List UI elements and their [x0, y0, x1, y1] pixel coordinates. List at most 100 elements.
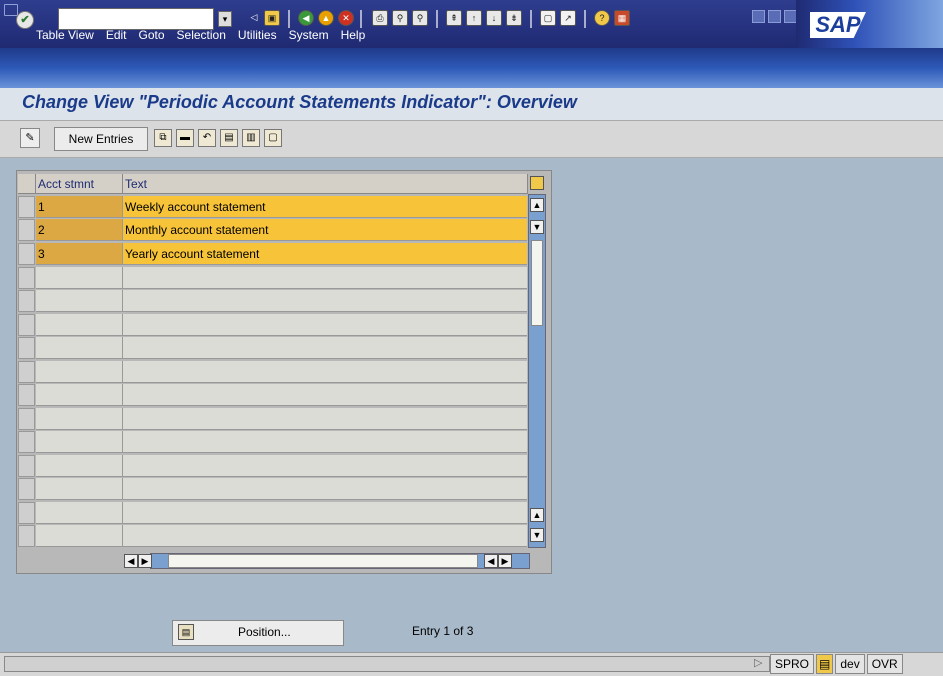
command-field[interactable]: [58, 8, 214, 30]
scroll-thumb[interactable]: [531, 240, 543, 326]
save-icon[interactable]: ▣: [264, 10, 280, 26]
minimize-icon[interactable]: [752, 10, 765, 23]
table-cell-empty[interactable]: [123, 384, 527, 406]
table-cell-empty[interactable]: [123, 267, 527, 289]
table-cell-empty[interactable]: [36, 525, 123, 547]
table-cell-empty[interactable]: [123, 361, 527, 383]
menu-goto[interactable]: Goto: [139, 28, 165, 42]
table-cell-empty[interactable]: [123, 455, 527, 477]
enter-icon[interactable]: ✔: [16, 11, 34, 29]
command-dropdown-icon[interactable]: ▾: [218, 11, 232, 27]
page-down-icon[interactable]: ▼: [530, 528, 544, 542]
table-cell-empty[interactable]: [36, 502, 123, 524]
new-session-icon[interactable]: ▢: [540, 10, 556, 26]
layout-menu-icon[interactable]: ▦: [614, 10, 630, 26]
table-cell-empty[interactable]: [123, 408, 527, 430]
row-selector[interactable]: [18, 408, 35, 430]
maximize-icon[interactable]: [768, 10, 781, 23]
scroll-right-icon[interactable]: ▶: [138, 554, 152, 568]
page-up-icon[interactable]: ▲: [530, 508, 544, 522]
table-cell-empty[interactable]: [36, 478, 123, 500]
table-cell-text[interactable]: Monthly account statement: [123, 219, 527, 241]
menu-table-view[interactable]: Table View: [36, 28, 94, 42]
client-name[interactable]: dev: [835, 654, 865, 674]
table-cell-empty[interactable]: [36, 361, 123, 383]
scroll-left-icon[interactable]: ◀: [484, 554, 498, 568]
new-entries-button[interactable]: New Entries: [54, 127, 148, 151]
row-selector[interactable]: [18, 525, 35, 547]
row-selector[interactable]: [18, 384, 35, 406]
exit-icon[interactable]: ▲: [318, 10, 334, 26]
table-cell-code[interactable]: 3: [36, 243, 123, 265]
table-cell-empty[interactable]: [123, 431, 527, 453]
column-header-acct-stmnt[interactable]: Acct stmnt: [36, 174, 123, 194]
print-icon[interactable]: ⎙: [372, 10, 388, 26]
first-page-icon[interactable]: ⇞: [446, 10, 462, 26]
row-selector[interactable]: [18, 267, 35, 289]
table-cell-empty[interactable]: [36, 337, 123, 359]
table-cell-code[interactable]: 2: [36, 219, 123, 241]
row-selector[interactable]: [18, 243, 35, 265]
table-cell-empty[interactable]: [36, 290, 123, 312]
last-page-icon[interactable]: ⇟: [506, 10, 522, 26]
table-cell-empty[interactable]: [123, 337, 527, 359]
column-header-text[interactable]: Text: [123, 174, 528, 194]
row-selector[interactable]: [18, 219, 35, 241]
table-cell-empty[interactable]: [36, 384, 123, 406]
menu-help[interactable]: Help: [341, 28, 366, 42]
scroll-right-icon[interactable]: ▶: [498, 554, 512, 568]
help-icon[interactable]: ?: [594, 10, 610, 26]
row-selector[interactable]: [18, 337, 35, 359]
menu-system[interactable]: System: [289, 28, 329, 42]
copy-as-icon[interactable]: ⧉: [154, 129, 172, 147]
row-selector[interactable]: [18, 455, 35, 477]
back-arrow-icon[interactable]: ◁: [246, 10, 262, 26]
row-selector[interactable]: [18, 290, 35, 312]
table-cell-empty[interactable]: [36, 431, 123, 453]
table-cell-empty[interactable]: [123, 290, 527, 312]
table-cell-text[interactable]: Weekly account statement: [123, 196, 527, 218]
back-icon[interactable]: ◀: [298, 10, 314, 26]
previous-page-icon[interactable]: ↑: [466, 10, 482, 26]
table-settings-icon[interactable]: [530, 176, 544, 190]
scroll-left-icon[interactable]: ◀: [124, 554, 138, 568]
menu-edit[interactable]: Edit: [106, 28, 127, 42]
row-selector[interactable]: [18, 431, 35, 453]
table-cell-empty[interactable]: [36, 314, 123, 336]
row-selector[interactable]: [18, 361, 35, 383]
display-change-icon[interactable]: ✎: [20, 128, 40, 148]
select-all-icon[interactable]: ▤: [220, 129, 238, 147]
horizontal-scroll-thumb[interactable]: [168, 554, 478, 568]
table-cell-empty[interactable]: [36, 455, 123, 477]
scroll-down-icon[interactable]: ▼: [530, 220, 544, 234]
find-icon[interactable]: ⚲: [392, 10, 408, 26]
row-selector[interactable]: [18, 478, 35, 500]
menu-selection[interactable]: Selection: [177, 28, 226, 42]
row-selector[interactable]: [18, 314, 35, 336]
row-selector[interactable]: [18, 502, 35, 524]
table-cell-empty[interactable]: [123, 525, 527, 547]
undo-change-icon[interactable]: ↶: [198, 129, 216, 147]
transaction-code[interactable]: SPRO: [770, 654, 815, 674]
find-next-icon[interactable]: ⚲: [412, 10, 428, 26]
cancel-icon[interactable]: ✕: [338, 10, 354, 26]
table-cell-empty[interactable]: [36, 408, 123, 430]
server-info-icon[interactable]: ▤: [816, 654, 834, 674]
table-cell-empty[interactable]: [123, 478, 527, 500]
select-block-icon[interactable]: ▥: [242, 129, 260, 147]
menu-utilities[interactable]: Utilities: [238, 28, 277, 42]
next-page-icon[interactable]: ↓: [486, 10, 502, 26]
shortcut-icon[interactable]: ↗: [560, 10, 576, 26]
deselect-all-icon[interactable]: ▢: [264, 129, 282, 147]
table-cell-empty[interactable]: [123, 502, 527, 524]
insert-mode[interactable]: OVR: [866, 654, 903, 674]
status-expand-icon[interactable]: ▷: [754, 656, 762, 669]
row-selector[interactable]: [18, 196, 35, 218]
scroll-up-icon[interactable]: ▲: [530, 198, 544, 212]
system-menu-icon[interactable]: [4, 4, 18, 16]
table-cell-code[interactable]: 1: [36, 196, 123, 218]
table-cell-empty[interactable]: [36, 267, 123, 289]
delete-icon[interactable]: ▬: [176, 129, 194, 147]
table-cell-empty[interactable]: [123, 314, 527, 336]
table-cell-text[interactable]: Yearly account statement: [123, 243, 527, 265]
